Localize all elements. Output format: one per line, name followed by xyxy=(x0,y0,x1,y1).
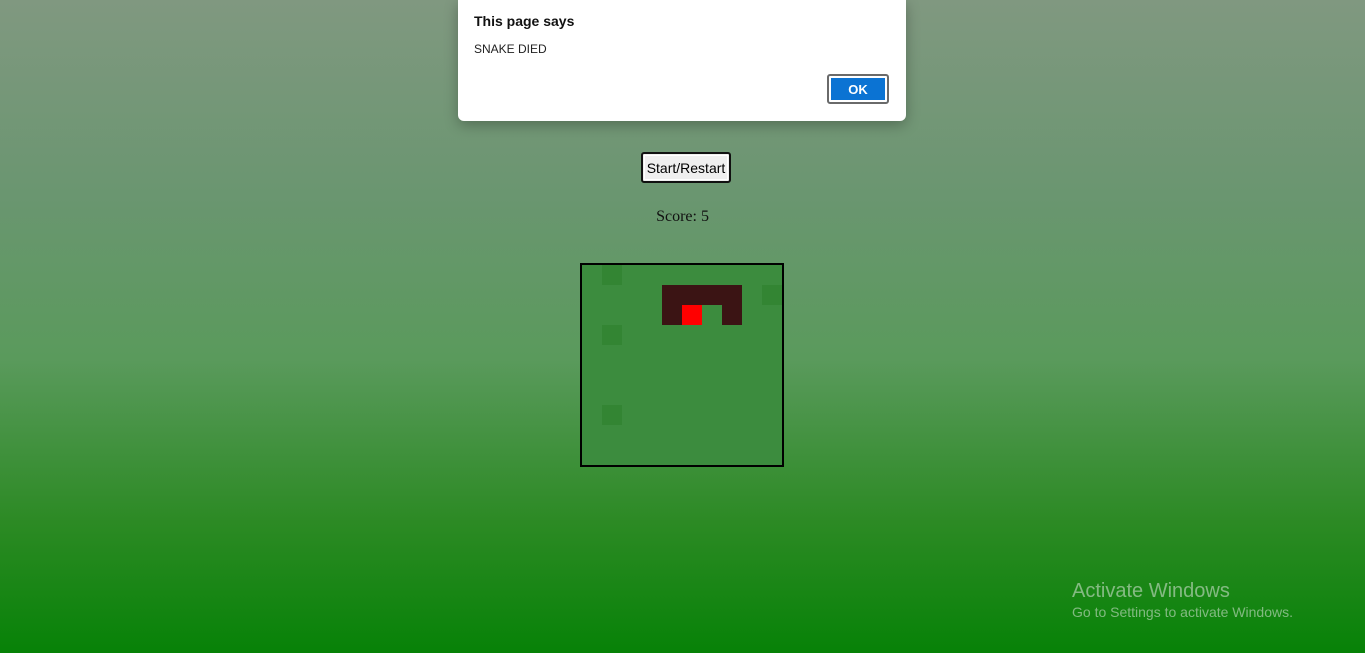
dialog-title: This page says xyxy=(474,13,575,29)
ok-button[interactable]: OK xyxy=(827,74,889,104)
board-tile xyxy=(762,285,782,305)
snake-segment xyxy=(702,285,722,305)
watermark-subtitle: Go to Settings to activate Windows. xyxy=(1072,604,1293,620)
activate-windows-watermark: Activate Windows Go to Settings to activ… xyxy=(1072,580,1293,620)
start-restart-button[interactable]: Start/Restart xyxy=(641,152,731,183)
game-board xyxy=(580,263,784,467)
snake-segment xyxy=(662,305,682,325)
snake-segment xyxy=(682,285,702,305)
board-tile xyxy=(602,405,622,425)
board-tile xyxy=(702,305,722,325)
board-tile xyxy=(602,325,622,345)
snake-segment xyxy=(722,285,742,305)
snake-segment xyxy=(722,305,742,325)
watermark-title: Activate Windows xyxy=(1072,580,1230,602)
board-tile xyxy=(602,265,622,285)
alert-dialog: This page says SNAKE DIED OK xyxy=(458,0,906,121)
score-label: Score: 5 xyxy=(656,208,709,225)
dialog-message: SNAKE DIED xyxy=(474,42,547,56)
snake-segment xyxy=(662,285,682,305)
snake-head xyxy=(682,305,702,325)
